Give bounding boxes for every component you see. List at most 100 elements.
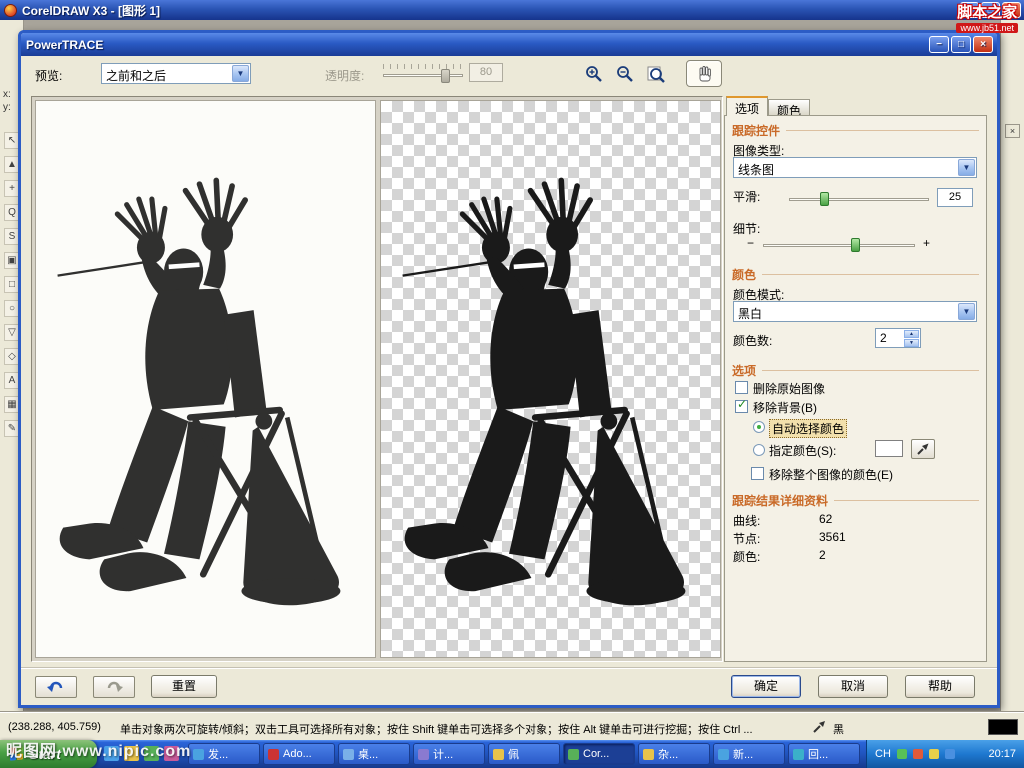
options-tab-page: 跟踪控件 图像类型: 线条图 ▼ 平滑: 25 细节: − + 颜色 颜色模式:… xyxy=(724,115,987,662)
eyedropper-button[interactable] xyxy=(911,439,935,459)
coreldraw-app-icon xyxy=(4,3,17,17)
color-count-spinner[interactable]: 2 ▲ ▼ xyxy=(875,328,921,348)
auto-color-radio[interactable] xyxy=(753,421,765,433)
taskbar-item-active[interactable]: Cor... xyxy=(563,743,635,765)
chevron-down-icon[interactable]: ▼ xyxy=(232,65,249,82)
help-button[interactable]: 帮助 xyxy=(905,675,975,698)
remove-background-label[interactable]: 移除背景(B) xyxy=(753,399,817,416)
clock: 20:17 xyxy=(988,748,1016,760)
dialog-titlebar[interactable]: PowerTRACE − □ × xyxy=(21,33,997,56)
settings-panel: 选项 颜色 跟踪控件 图像类型: 线条图 ▼ 平滑: 25 细节: − + 颜色… xyxy=(724,96,987,662)
tray-icon[interactable] xyxy=(896,749,907,759)
detail-thumb[interactable] xyxy=(851,238,860,252)
taskbar-item[interactable]: 佩 xyxy=(488,743,560,765)
dialog-maximize-button[interactable]: □ xyxy=(951,36,971,53)
delete-original-checkbox[interactable] xyxy=(735,381,748,394)
nodes-value: 3561 xyxy=(819,530,846,544)
zoom-fit-button[interactable] xyxy=(643,61,668,86)
close-button[interactable]: × xyxy=(1002,2,1021,18)
dialog-client: 预览: 之前和之后 ▼ 透明度: 80 选项 颜色 跟踪控件 图像类型: 线条图… xyxy=(21,56,997,705)
quick-launch-icon[interactable] xyxy=(104,746,119,761)
detail-plus[interactable]: + xyxy=(923,236,930,250)
detail-slider[interactable] xyxy=(763,236,915,254)
color-mode-combobox[interactable]: 黑白 ▼ xyxy=(733,301,977,322)
transparency-slider[interactable] xyxy=(383,62,463,84)
taskbar-item[interactable]: 新... xyxy=(713,743,785,765)
dialog-minimize-button[interactable]: − xyxy=(929,36,949,53)
quick-launch-icon[interactable] xyxy=(164,746,179,761)
delete-original-label[interactable]: 删除原始图像 xyxy=(753,380,825,397)
zoom-out-icon xyxy=(616,65,633,82)
taskbar-item[interactable]: 杂... xyxy=(638,743,710,765)
dialog-title: PowerTRACE xyxy=(26,37,104,52)
specify-color-radio[interactable] xyxy=(753,444,765,456)
quick-launch-icon[interactable] xyxy=(124,746,139,761)
options-section-heading: 选项 xyxy=(732,362,979,379)
original-image xyxy=(52,157,360,635)
colors-value: 2 xyxy=(819,548,826,562)
preview-before-pane[interactable] xyxy=(35,100,376,658)
powertrace-dialog: PowerTRACE − □ × 预览: 之前和之后 ▼ 透明度: 80 选项 … xyxy=(18,30,1000,708)
ok-button[interactable]: 确定 xyxy=(731,675,801,698)
taskbar-item[interactable]: 计... xyxy=(413,743,485,765)
dialog-close-button[interactable]: × xyxy=(973,36,993,53)
zoom-fit-icon xyxy=(647,66,665,83)
image-type-combobox[interactable]: 线条图 ▼ xyxy=(733,157,977,178)
status-hint: 单击对象两次可旋转/倾斜；双击工具可选择所有对象；按住 Shift 键单击可选择… xyxy=(120,724,753,736)
tray-icon[interactable] xyxy=(912,749,923,759)
specify-color-swatch[interactable] xyxy=(875,440,903,457)
colors-label: 颜色: xyxy=(733,550,761,564)
tab-options[interactable]: 选项 xyxy=(726,96,769,116)
chevron-down-icon[interactable]: ▼ xyxy=(958,159,975,176)
zoom-in-button[interactable] xyxy=(581,61,606,86)
screen: CorelDRAW X3 - [图形 1] − □ × 脚本之家 www.jb5… xyxy=(0,0,1024,768)
docker-close-icon[interactable]: × xyxy=(1005,124,1020,138)
quick-launch-icon[interactable] xyxy=(144,746,159,761)
taskbar-item[interactable]: 回... xyxy=(788,743,860,765)
undo-icon xyxy=(47,681,63,692)
spin-up-icon[interactable]: ▲ xyxy=(904,330,919,338)
smoothing-value: 25 xyxy=(937,188,973,207)
outline-pen-icon xyxy=(813,721,825,733)
remove-entire-color-checkbox[interactable] xyxy=(751,467,764,480)
preview-after-pane[interactable] xyxy=(380,100,721,658)
dialog-footer: 重置 确定 取消 帮助 xyxy=(21,667,997,705)
curves-label: 曲线: xyxy=(733,514,761,528)
zoom-out-button[interactable] xyxy=(612,61,637,86)
preview-combobox[interactable]: 之前和之后 ▼ xyxy=(101,63,251,84)
taskbar-item[interactable]: 桌... xyxy=(338,743,410,765)
ime-indicator[interactable]: CH xyxy=(875,748,891,760)
detail-minus[interactable]: − xyxy=(747,236,754,250)
nodes-label: 节点: xyxy=(733,532,761,546)
auto-color-label[interactable]: 自动选择颜色 xyxy=(769,419,848,438)
smoothing-thumb[interactable] xyxy=(820,192,829,206)
fill-color-swatch[interactable] xyxy=(988,719,1018,735)
tray-icon[interactable] xyxy=(944,749,955,759)
spin-down-icon[interactable]: ▼ xyxy=(904,339,919,347)
specify-color-label[interactable]: 指定颜色(S): xyxy=(769,442,836,459)
maximize-button[interactable]: □ xyxy=(981,2,1000,18)
smoothing-slider[interactable] xyxy=(789,190,929,208)
panel-tabs: 选项 颜色 xyxy=(726,96,811,118)
start-button[interactable]: Start xyxy=(0,740,97,768)
tab-colors[interactable]: 颜色 xyxy=(768,99,811,118)
tray-icon[interactable] xyxy=(928,749,939,759)
eyedropper-icon xyxy=(917,443,929,455)
reset-button[interactable]: 重置 xyxy=(151,675,217,698)
transparency-thumb[interactable] xyxy=(441,69,450,83)
pan-tool-button[interactable] xyxy=(686,60,722,87)
taskbar-item[interactable]: Ado... xyxy=(263,743,335,765)
undo-button[interactable] xyxy=(35,676,77,698)
chevron-down-icon[interactable]: ▼ xyxy=(958,303,975,320)
redo-button[interactable] xyxy=(93,676,135,698)
taskbar-item[interactable]: 发... xyxy=(188,743,260,765)
transparency-label: 透明度: xyxy=(325,69,365,83)
remove-background-checkbox[interactable]: ✓ xyxy=(735,397,748,413)
remove-entire-color-label[interactable]: 移除整个图像的颜色(E) xyxy=(769,466,893,483)
cancel-button[interactable]: 取消 xyxy=(818,675,888,698)
preview-panel xyxy=(31,96,723,662)
quick-launch xyxy=(104,746,179,761)
zoom-in-icon xyxy=(585,65,602,82)
minimize-button[interactable]: − xyxy=(960,2,979,18)
zoom-toolbar xyxy=(581,60,722,87)
